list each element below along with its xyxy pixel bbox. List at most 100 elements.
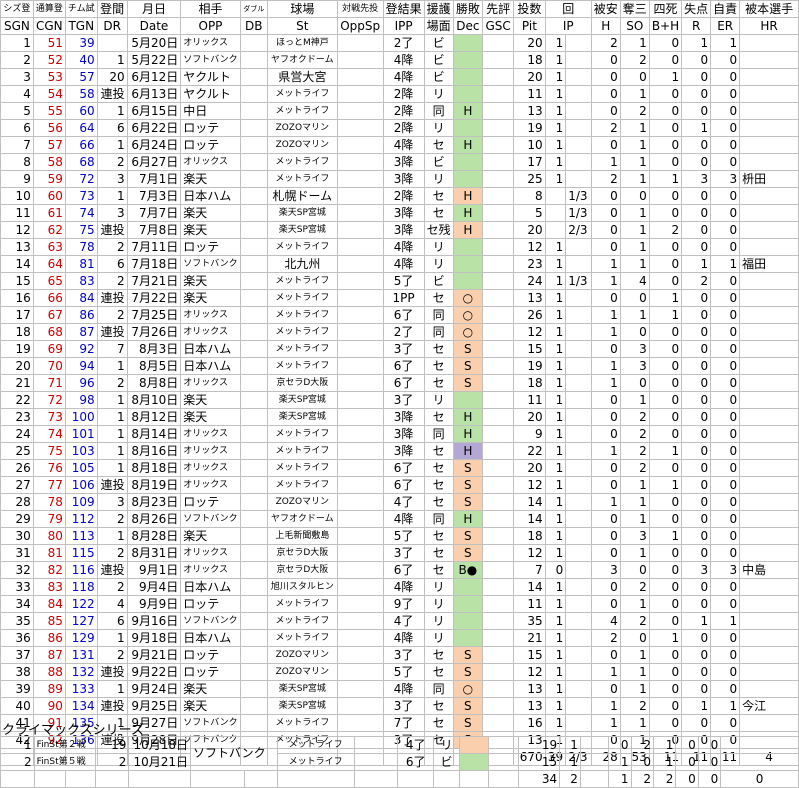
game-row-dr: 連投 <box>96 561 128 579</box>
game-row-ip-whole: 1 <box>544 697 567 715</box>
game-row-pit: 13 <box>513 289 546 307</box>
game-row-bh: 1 <box>648 442 683 460</box>
game-row-r: 0 <box>681 578 712 596</box>
game-row-date: 9月16日 <box>126 612 182 630</box>
game-row-opp-sp <box>336 357 384 375</box>
game-row-h: 0 <box>590 578 621 596</box>
game-row-opp: 楽天 <box>180 289 241 307</box>
game-row-dec: S <box>452 697 484 715</box>
game-row-pit: 14 <box>513 578 546 596</box>
game-row-sgn: 17 <box>0 306 34 324</box>
header-ja-ipp: 登結果 <box>382 0 425 18</box>
game-row-hr <box>739 578 799 596</box>
game-row-ip-whole: 1 <box>544 238 567 256</box>
game-row-cgn: 51 <box>32 34 66 52</box>
game-row-db <box>239 476 268 494</box>
game-row-er: 3 <box>710 170 741 188</box>
game-row-db <box>239 187 268 205</box>
game-row-so: 2 <box>619 612 650 630</box>
game-row-opp: ヤクルト <box>180 85 241 103</box>
cs-game-row-opp-sp <box>353 753 399 771</box>
game-row-stadium: メットライフ <box>266 85 338 103</box>
game-row-h: 0 <box>590 340 621 358</box>
game-row-tgn: 94 <box>64 357 98 375</box>
game-row-bh: 0 <box>648 85 683 103</box>
game-row-r: 0 <box>681 646 712 664</box>
game-row-gsc <box>482 646 515 664</box>
game-row-ip-frac <box>565 476 592 494</box>
game-row-pit: 8 <box>513 187 546 205</box>
game-row-db <box>239 425 268 443</box>
cs-game-row-dr: 19 <box>95 736 130 754</box>
game-row-ip-frac <box>565 493 592 511</box>
game-row-sgn: 13 <box>0 238 34 256</box>
game-row-h: 0 <box>590 680 621 698</box>
game-row-so: 1 <box>619 663 650 681</box>
game-row-db <box>239 442 268 460</box>
game-row-db <box>239 374 268 392</box>
game-row-opp: オリックス <box>180 561 241 579</box>
game-row-r: 0 <box>681 153 712 171</box>
game-row-db <box>239 663 268 681</box>
game-row-dr: 1 <box>96 357 128 375</box>
game-row-cgn: 53 <box>32 68 66 86</box>
game-row-so: 0 <box>619 187 650 205</box>
game-row-opp: 楽天 <box>180 697 241 715</box>
game-row-ipp: 3了 <box>382 340 425 358</box>
header-en-stadium: St <box>266 17 338 35</box>
game-row-ip-whole: 1 <box>544 408 567 426</box>
game-row-pit: 23 <box>513 255 546 273</box>
cs-game-row-sgn: 2 <box>0 753 35 771</box>
game-row-bh: 0 <box>648 272 683 290</box>
game-row-pit: 35 <box>513 612 546 630</box>
game-row-ipp: 3降 <box>382 153 425 171</box>
game-row-pit: 14 <box>513 510 546 528</box>
game-row-so: 0 <box>619 289 650 307</box>
game-row-situation: リ <box>423 170 454 188</box>
game-row: 30 80 113 1 8月28日 楽天 上毛新聞敷島 5了セ S 18 1 0 3 1 0 0 <box>0 527 799 545</box>
game-row-er: 1 <box>710 697 741 715</box>
game-row-r: 0 <box>681 425 712 443</box>
game-row-h: 3 <box>590 561 621 579</box>
game-row-stadium: メットライフ <box>266 425 338 443</box>
game-row-er: 0 <box>710 714 741 732</box>
game-row-cgn: 72 <box>32 391 66 409</box>
game-row-opp: 楽天 <box>180 221 241 239</box>
game-row-so: 0 <box>619 374 650 392</box>
game-row-opp-sp <box>336 561 384 579</box>
game-row-pit: 22 <box>513 442 546 460</box>
game-row-cgn: 88 <box>32 663 66 681</box>
game-row: 6 56 64 6 6月22日 ロッテ ZOZOマリン 2降リ 19 1 2 1 0 1 0 <box>0 119 799 137</box>
game-row-situation: 同 <box>423 102 454 120</box>
game-row-pit: 11 <box>513 595 546 613</box>
game-row-cgn: 75 <box>32 442 66 460</box>
game-row-opp-sp <box>336 34 384 52</box>
game-row-sgn: 39 <box>0 680 34 698</box>
game-row-stadium: 京セラD大阪 <box>266 374 338 392</box>
game-row-bh: 0 <box>648 204 683 222</box>
game-row-db <box>239 204 268 222</box>
game-row-dr: 連投 <box>96 697 128 715</box>
game-row-tgn: 58 <box>64 85 98 103</box>
game-row-pit: 12 <box>513 476 546 494</box>
game-row-gsc <box>482 527 515 545</box>
game-row-pit: 20 <box>513 34 546 52</box>
game-row: 15 65 83 2 7月21日 楽天 メットライフ 5了ビ 24 1 1/3 1 4 0 2 0 <box>0 272 799 290</box>
stats-sheet: シズ登 通算登 チム試 登間 月日 相手 ダブル 球場 対戦先投 登結果 援護 勝敗 先評 投数回被安 奪三… <box>0 0 799 788</box>
game-row: 16 66 84 連投 7月22日 楽天 メットライフ 1PP セ ○ 13 1 0 0 1 0 0 <box>0 289 799 307</box>
game-row-er: 0 <box>710 544 741 562</box>
game-row-ipp: 4降 <box>382 68 425 86</box>
game-row-h: 1 <box>590 697 621 715</box>
game-row-opp-sp <box>336 663 384 681</box>
game-row-stadium: ほっとM神戸 <box>266 34 338 52</box>
game-row-date: 8月28日 <box>126 527 182 545</box>
cs-game-row-r: 0 <box>675 753 699 771</box>
game-row-cgn: 59 <box>32 170 66 188</box>
game-row-so: 1 <box>619 680 650 698</box>
game-row-hr <box>739 136 799 154</box>
game-row-dr: 2 <box>96 544 128 562</box>
game-row-opp: ロッテ <box>180 595 241 613</box>
game-row-er: 0 <box>710 459 741 477</box>
game-row-so: 2 <box>619 408 650 426</box>
game-row-ip-frac <box>565 425 592 443</box>
